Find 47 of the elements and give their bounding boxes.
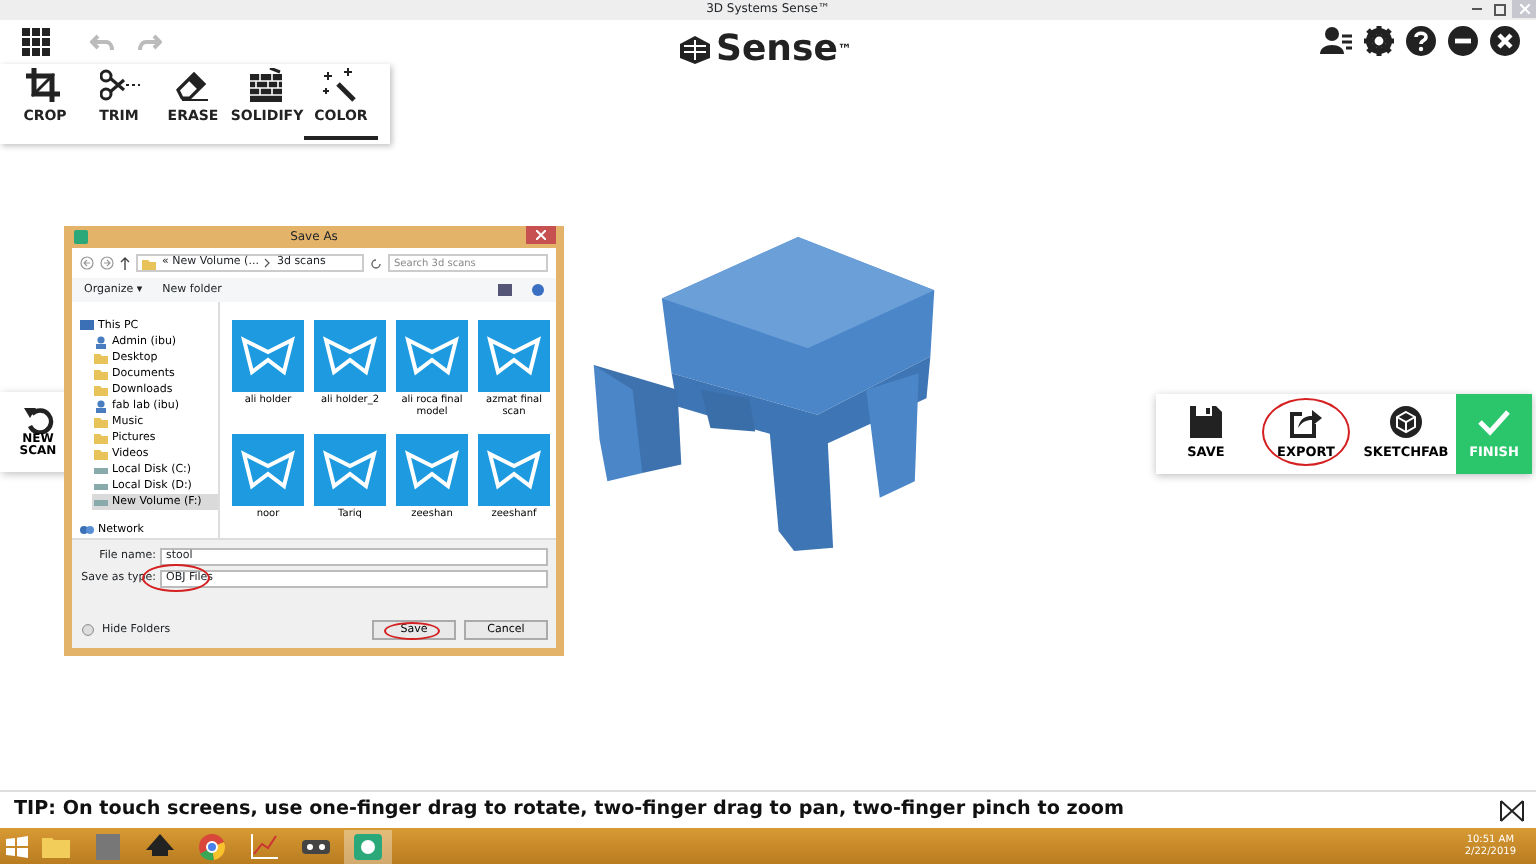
file-thumbnail-icon (478, 320, 550, 392)
forward-icon[interactable] (100, 256, 114, 270)
network-icon (80, 523, 94, 537)
start-icon[interactable] (6, 835, 28, 857)
file-thumbnail-icon (396, 320, 468, 392)
minimize-icon[interactable] (1448, 26, 1478, 56)
close-icon (1519, 4, 1529, 14)
file-thumbnail-icon (314, 320, 386, 392)
dialog-close-button[interactable] (526, 226, 556, 244)
eraser-icon (173, 68, 213, 102)
folder-icon (142, 257, 156, 269)
settings-icon[interactable] (1364, 26, 1394, 56)
file-thumbnail-icon (314, 434, 386, 506)
computer-icon (80, 319, 94, 333)
refresh-icon[interactable] (370, 257, 382, 269)
user-icon (94, 335, 108, 349)
file-thumbnail-icon (396, 434, 468, 506)
app-icon (352, 831, 384, 861)
rotate-icon (23, 405, 53, 434)
chart-icon (248, 831, 280, 861)
file-thumbnail-icon (232, 434, 304, 506)
scissors-icon (99, 68, 139, 102)
close-icon[interactable] (1490, 26, 1520, 56)
minimize-icon[interactable] (1471, 7, 1481, 11)
checkmark-icon (1478, 405, 1510, 438)
apps-grid-icon[interactable] (22, 28, 50, 56)
restore-icon[interactable] (1494, 3, 1506, 15)
cube-logo-icon (680, 35, 710, 63)
up-arrow-icon[interactable] (120, 256, 130, 270)
close-icon (536, 230, 546, 240)
back-icon[interactable] (80, 256, 94, 270)
cube-icon (1390, 405, 1422, 438)
tip-text: TIP: On touch screens, use one-finger drag to rotate, two-finger drag to pan, two-finger pinch to zoom (14, 795, 1125, 824)
app-icon (144, 831, 176, 861)
app-logo: Sense$^{™}$ (716, 26, 852, 74)
share-icon (1290, 405, 1322, 438)
user-icon (94, 399, 108, 413)
close-icon[interactable] (1500, 800, 1524, 822)
crop-icon (25, 68, 65, 102)
browser-icon (196, 831, 228, 861)
user-list-icon[interactable] (1320, 26, 1352, 56)
app-icon (92, 831, 124, 861)
file-thumbnail-icon (478, 434, 550, 506)
file-thumbnail-icon (232, 320, 304, 392)
magic-wand-icon (321, 68, 361, 102)
chevron-icon (264, 258, 271, 268)
app-icon (74, 230, 88, 244)
